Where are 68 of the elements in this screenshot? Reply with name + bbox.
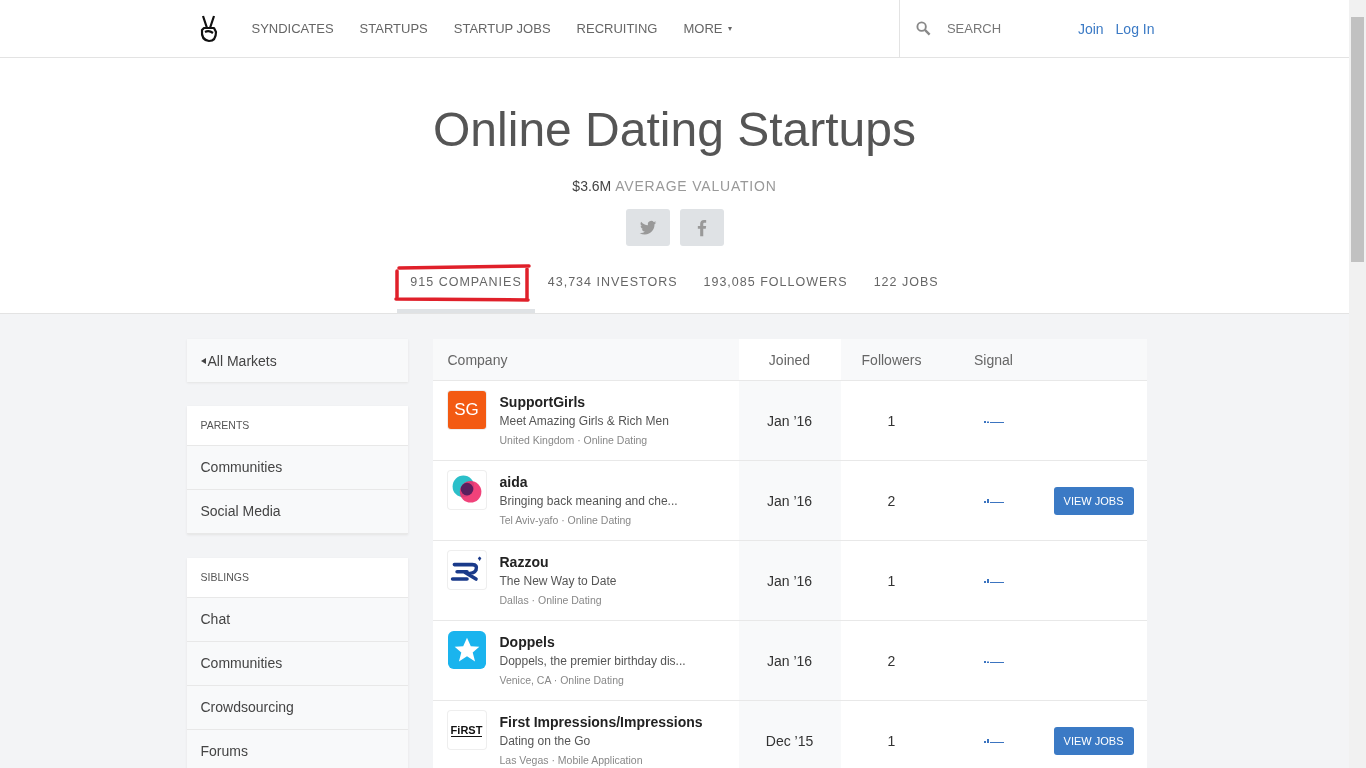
sidebar-item[interactable]: Chat: [186, 598, 408, 642]
search-icon: [915, 21, 931, 36]
sidebar-item[interactable]: Forums: [186, 730, 408, 768]
column-header[interactable]: Signal: [942, 339, 1045, 380]
company-name[interactable]: First Impressions/Impressions: [499, 714, 703, 730]
column-header[interactable]: Followers: [840, 339, 943, 380]
auth-link[interactable]: Log In: [1115, 20, 1155, 37]
joined-date: Jan ’16: [738, 541, 841, 620]
column-header[interactable]: Company: [432, 339, 739, 380]
joined-date: Dec ’15: [738, 701, 841, 768]
sidebar-item[interactable]: Communities: [186, 446, 408, 490]
company-pitch: The New Way to Date: [499, 574, 617, 588]
nav-link[interactable]: STARTUP JOBS: [453, 21, 551, 36]
sidebar-item[interactable]: Communities: [186, 642, 408, 686]
company-logo[interactable]: FiRST: [447, 711, 486, 749]
stat-tab[interactable]: 193,085 FOLLOWERS: [690, 263, 861, 313]
nav-link[interactable]: RECRUITING: [576, 21, 658, 36]
company-logo[interactable]: [447, 471, 486, 509]
follower-count: 2: [886, 651, 897, 671]
joined-date: Jan ’16: [738, 381, 841, 460]
company-location: Dallas · Online Dating: [499, 594, 603, 606]
sidebar-item[interactable]: Social Media: [186, 490, 408, 534]
view-jobs-button[interactable]: VIEW JOBS: [1053, 486, 1134, 515]
view-jobs-button[interactable]: VIEW JOBS: [1053, 726, 1134, 755]
company-pitch: Dating on the Go: [499, 734, 592, 748]
section-heading: SIBLINGS: [186, 558, 408, 598]
section-heading: PARENTS: [186, 406, 408, 446]
valuation-amount: $3.6M: [572, 178, 612, 194]
joined-date: Jan ’16: [738, 461, 841, 540]
company-logo[interactable]: SG: [447, 391, 486, 429]
follower-count: 1: [886, 731, 897, 751]
back-link[interactable]: All Markets: [186, 339, 408, 382]
signal-sparkline-drawing: [983, 658, 1004, 663]
nav-link[interactable]: STARTUPS: [359, 21, 428, 36]
company-location: Venice, CA · Online Dating: [499, 674, 625, 686]
company-pitch: Bringing back meaning and che...: [499, 494, 678, 508]
follower-count: 1: [886, 571, 897, 591]
company-pitch: Meet Amazing Girls & Rich Men: [499, 414, 669, 428]
stat-tab[interactable]: 43,734 INVESTORS: [534, 263, 691, 313]
company-location: Las Vegas · Mobile Application: [499, 754, 644, 766]
company-name[interactable]: SupportGirls: [499, 394, 669, 410]
company-logo[interactable]: [447, 551, 486, 589]
company-location: United Kingdom · Online Dating: [499, 434, 649, 446]
company-name[interactable]: aida: [499, 474, 678, 490]
company-name[interactable]: Razzou: [499, 554, 617, 570]
left-triangle-icon: [200, 357, 206, 364]
follower-count: 2: [886, 491, 897, 511]
joined-date: Jan ’16: [738, 621, 841, 700]
valuation-label: AVERAGE VALUATION: [615, 178, 777, 194]
company-pitch: Doppels, the premier birthday dis...: [499, 654, 686, 668]
company-location: Tel Aviv-yafo · Online Dating: [499, 514, 633, 526]
auth-link[interactable]: Join: [1077, 20, 1104, 37]
company-name[interactable]: Doppels: [499, 634, 686, 650]
page-title: Online Dating Startups: [432, 102, 917, 157]
sidebar-item[interactable]: Crowdsourcing: [186, 686, 408, 730]
signal-sparkline-drawing: [983, 498, 1004, 503]
nav-link[interactable]: MORE $^{▾}$: [683, 21, 733, 36]
nav-link[interactable]: SYNDICATES: [251, 21, 334, 36]
column-header[interactable]: Joined: [738, 339, 841, 380]
stat-tab[interactable]: 915 COMPANIES: [397, 263, 535, 313]
scrollbar[interactable]: [1349, 0, 1366, 768]
signal-sparkline-drawing: [983, 418, 1004, 423]
stat-tab[interactable]: 122 JOBS: [860, 263, 952, 313]
facebook-button[interactable]: [679, 209, 724, 246]
follower-count: 1: [886, 411, 897, 431]
twitter-button[interactable]: [625, 209, 670, 246]
signal-sparkline-drawing: [983, 578, 1004, 583]
signal-sparkline-drawing: [983, 738, 1004, 743]
